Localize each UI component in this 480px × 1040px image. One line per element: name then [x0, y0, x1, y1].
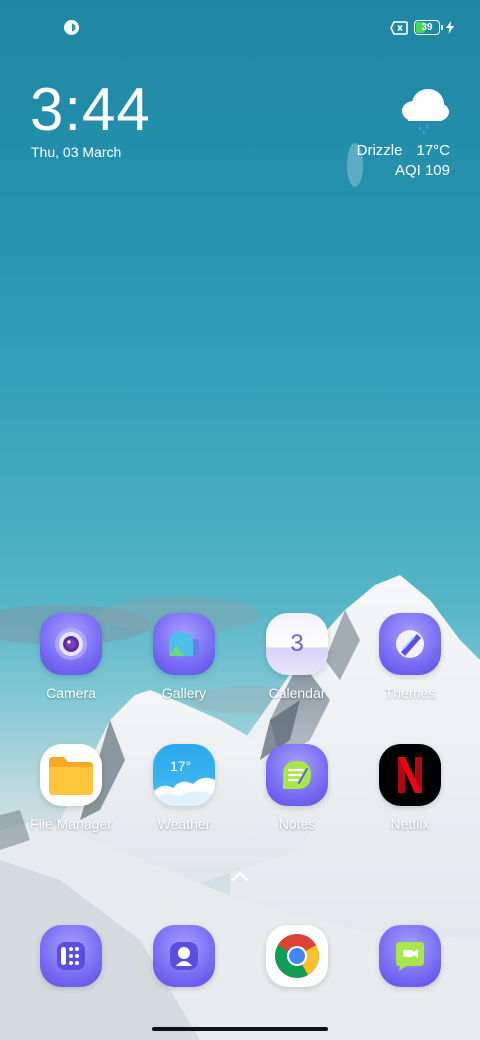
clock-time[interactable]: 3:44 [30, 80, 151, 140]
app-file-manager[interactable]: File Manager [21, 744, 121, 832]
chrome-icon [266, 925, 328, 987]
charging-bolt-icon [446, 21, 454, 34]
app-label: Calendar [268, 685, 326, 701]
app-label: Weather [157, 816, 211, 832]
weather-icon: 17° [153, 744, 215, 806]
app-weather[interactable]: 17° Weather [134, 744, 234, 832]
notes-icon [266, 744, 328, 806]
chevron-up-icon[interactable] [230, 870, 250, 882]
weather-condition: Drizzle [356, 142, 403, 159]
weather-aqi: AQI 109 [394, 162, 450, 179]
themes-icon [379, 613, 441, 675]
app-themes[interactable]: Themes [360, 613, 460, 701]
app-label: Gallery [161, 685, 207, 701]
battery-percent: 39 [421, 22, 433, 33]
app-camera[interactable]: Camera [21, 613, 121, 701]
battery-icon: 39 [414, 20, 443, 35]
camera-icon [40, 613, 102, 675]
dock-phone[interactable] [21, 925, 121, 987]
app-netflix[interactable]: Netflix [360, 744, 460, 832]
app-label: Notes [278, 816, 316, 832]
app-label: Themes [384, 685, 436, 701]
status-bar-right: 39 [390, 20, 454, 35]
messages-icon [379, 925, 441, 987]
weather-temperature: 17°C [416, 142, 450, 159]
netflix-icon [379, 744, 441, 806]
phone-dialer-icon [40, 925, 102, 987]
gallery-icon [153, 613, 215, 675]
drizzle-cloud-icon[interactable] [398, 86, 450, 136]
calendar-day-number: 3 [290, 630, 304, 657]
weather-widget-condition-row[interactable]: Drizzle 17°C [357, 142, 450, 159]
dock-contacts[interactable] [134, 925, 234, 987]
app-label: File Manager [30, 816, 112, 832]
weather-widget-aqi-row[interactable]: AQI 109 [395, 162, 450, 179]
app-gallery[interactable]: Gallery [134, 613, 234, 701]
app-label: Camera [46, 685, 96, 701]
clock-date[interactable]: Thu, 03 March [31, 144, 121, 160]
calendar-icon: 3 [266, 613, 328, 675]
folder-icon [40, 744, 102, 806]
gesture-navigation-handle[interactable] [152, 1027, 328, 1031]
dock-messages[interactable] [360, 925, 460, 987]
status-bar: 39 [0, 14, 480, 42]
notification-app-icon [64, 20, 79, 35]
contacts-icon [153, 925, 215, 987]
app-label: Netflix [390, 816, 430, 832]
app-notes[interactable]: Notes [247, 744, 347, 832]
app-calendar[interactable]: 3 Calendar [247, 613, 347, 701]
no-sim-icon [390, 20, 408, 35]
dock-chrome[interactable] [247, 925, 347, 987]
